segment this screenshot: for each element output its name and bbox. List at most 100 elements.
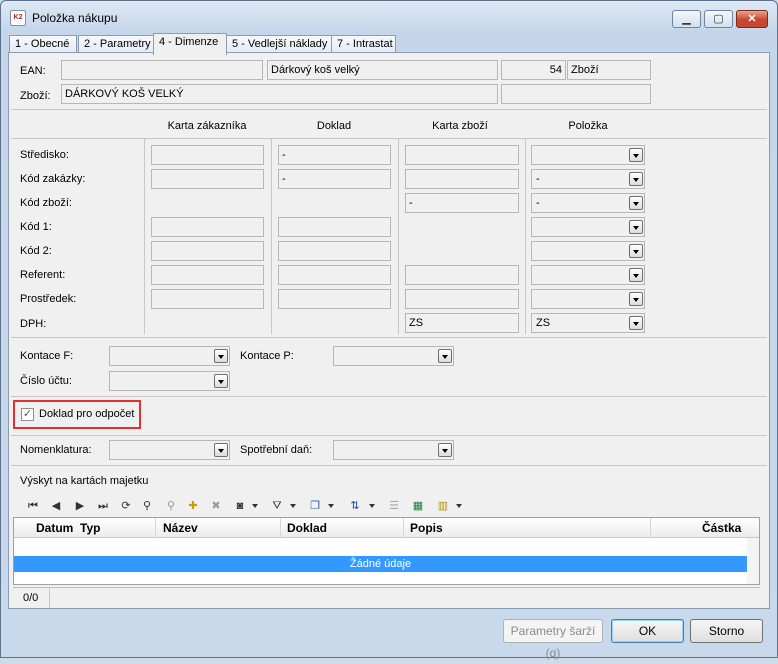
row-label-kod-2: Kód 2: — [20, 245, 52, 257]
divider — [11, 138, 767, 139]
copy-dropdown-icon[interactable] — [327, 498, 335, 514]
dph-karta-zbozi: ZS — [405, 313, 519, 333]
ean-field[interactable] — [61, 60, 263, 80]
dropdown-arrow-icon[interactable] — [214, 374, 228, 388]
spotrebni-dan-label: Spotřební daň: — [240, 444, 313, 456]
kod-zbozi-karta-zbozi: - — [405, 193, 519, 213]
kontace-f-select[interactable] — [109, 346, 230, 366]
row-label-dph: DPH: — [20, 318, 47, 330]
majetek-title: Výskyt na kartách majetku — [20, 475, 149, 487]
kontace-p-label: Kontace P: — [240, 350, 294, 362]
referent-karta-zakaznika — [151, 265, 264, 285]
sort-dropdown-icon[interactable] — [368, 498, 376, 514]
divider — [398, 139, 399, 334]
dropdown-arrow-icon[interactable] — [629, 292, 643, 306]
divider — [11, 109, 767, 110]
divider — [271, 139, 272, 334]
binoculars-icon[interactable]: ⚲ — [139, 498, 155, 514]
dropdown-arrow-icon[interactable] — [629, 220, 643, 234]
kod-1-polozka-select[interactable] — [531, 217, 645, 237]
sort-icon[interactable]: ⇅ — [347, 498, 363, 514]
grid-col-doklad[interactable]: Doklad — [287, 521, 327, 535]
divider — [525, 139, 526, 334]
grid-col-popis[interactable]: Popis — [410, 521, 443, 535]
divider — [155, 518, 156, 538]
spotrebni-dan-select[interactable] — [333, 440, 454, 460]
nomenklatura-select[interactable] — [109, 440, 230, 460]
kod-2-polozka-select[interactable] — [531, 241, 645, 261]
row-label-kod-zakazky: Kód zakázky: — [20, 173, 86, 185]
cislo-uctu-label: Číslo účtu: — [20, 375, 72, 387]
delete-icon[interactable]: ✖ — [208, 498, 224, 514]
add-icon[interactable]: ✚ — [185, 498, 201, 514]
kod-zakazky-karta-zakaznika — [151, 169, 264, 189]
stredisko-polozka-select[interactable] — [531, 145, 645, 165]
grid-col-castka[interactable]: Částka — [702, 521, 741, 535]
prostredek-doklad — [278, 289, 391, 309]
grid-scrollbar[interactable] — [747, 538, 759, 584]
filter-icon[interactable]: ⛛ — [269, 498, 285, 514]
row-label-prostredek: Prostředek: — [20, 293, 77, 305]
divider — [11, 465, 767, 466]
grid-col-datum[interactable]: Datum — [36, 521, 73, 535]
cislo-uctu-select[interactable] — [109, 371, 230, 391]
close-button[interactable]: ✕ — [736, 10, 768, 28]
batch-params-button[interactable]: Parametry šarží (q) — [503, 619, 603, 660]
kod-2-karta-zakaznika — [151, 241, 264, 261]
find-icon[interactable]: ⚲ — [163, 498, 179, 514]
first-record-icon[interactable]: ⏮ — [25, 498, 41, 514]
doklad-pro-odpocet-checkbox[interactable]: ✓ — [21, 408, 34, 421]
kod-zakazky-karta-zbozi — [405, 169, 519, 189]
dropdown-arrow-icon[interactable] — [629, 148, 643, 162]
stredisko-doklad: - — [278, 145, 391, 165]
dropdown-arrow-icon[interactable] — [629, 316, 643, 330]
excel-icon[interactable]: ▦ — [410, 498, 426, 514]
grid-col-typ[interactable]: Typ — [80, 521, 100, 535]
columns-icon[interactable]: ▥ — [435, 498, 451, 514]
prev-record-icon[interactable]: ◀ — [48, 498, 64, 514]
kontace-p-select[interactable] — [333, 346, 454, 366]
dph-polozka-select[interactable]: ZS — [531, 313, 645, 333]
kod-zakazky-polozka-value: - — [536, 173, 540, 185]
columns-dropdown-icon[interactable] — [455, 498, 463, 514]
app-icon: K2 — [10, 10, 26, 26]
maximize-button[interactable]: ▢ — [704, 10, 733, 28]
list-icon[interactable]: ☰ — [386, 498, 402, 514]
row-label-kod-1: Kód 1: — [20, 221, 52, 233]
grid-header: Datum Typ Název Doklad Popis Částka — [14, 518, 759, 538]
dropdown-arrow-icon[interactable] — [438, 443, 452, 457]
kod-zbozi-polozka-select[interactable]: - — [531, 193, 645, 213]
dropdown-arrow-icon[interactable] — [629, 268, 643, 282]
dropdown-arrow-icon[interactable] — [214, 349, 228, 363]
empty-row: Žádné údaje — [14, 556, 747, 572]
dropdown-arrow-icon[interactable] — [629, 172, 643, 186]
record-count: 0/0 — [23, 592, 39, 604]
extra-field — [501, 84, 651, 104]
ok-button[interactable]: OK — [611, 619, 684, 643]
number-field: 54 — [501, 60, 566, 80]
dropdown-arrow-icon[interactable] — [629, 196, 643, 210]
name-short-field: Dárkový koš velký — [267, 60, 498, 80]
grid-col-nazev[interactable]: Název — [163, 521, 198, 535]
kod-1-karta-zakaznika — [151, 217, 264, 237]
last-record-icon[interactable]: ⏭ — [95, 498, 111, 514]
dropdown-arrow-icon[interactable] — [629, 244, 643, 258]
row-label-stredisko: Středisko: — [20, 149, 69, 161]
minimize-button[interactable]: ▁ — [672, 10, 701, 28]
cancel-button[interactable]: Storno — [690, 619, 763, 643]
dropdown-arrow-icon[interactable] — [438, 349, 452, 363]
tab-dimenze[interactable]: 4 - Dimenze — [153, 33, 227, 55]
kod-zakazky-polozka-select[interactable]: - — [531, 169, 645, 189]
copy-icon[interactable]: ❐ — [307, 498, 323, 514]
refresh-icon[interactable]: ⟳ — [118, 498, 134, 514]
camera-dropdown-icon[interactable] — [251, 498, 259, 514]
prostredek-polozka-select[interactable] — [531, 289, 645, 309]
camera-icon[interactable]: ◙ — [232, 498, 248, 514]
dropdown-arrow-icon[interactable] — [214, 443, 228, 457]
dph-polozka-value: ZS — [536, 317, 551, 329]
col-karta-zbozi: Karta zboží — [432, 120, 488, 132]
kontace-f-label: Kontace F: — [20, 350, 74, 362]
filter-dropdown-icon[interactable] — [289, 498, 297, 514]
next-record-icon[interactable]: ▶ — [72, 498, 88, 514]
referent-polozka-select[interactable] — [531, 265, 645, 285]
